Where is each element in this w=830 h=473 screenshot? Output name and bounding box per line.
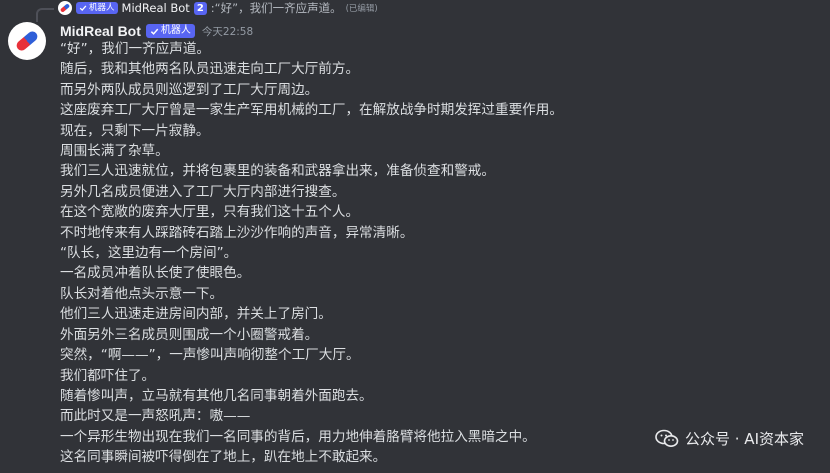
- reply-count-badge: 2: [193, 1, 207, 15]
- check-icon: [79, 5, 87, 12]
- message-timestamp: 今天22:58: [201, 25, 254, 38]
- reply-bot-tag: 机器人: [76, 2, 118, 14]
- pill-icon: [14, 29, 40, 53]
- message-line[interactable]: “队长，这里边有一个房间”。: [60, 243, 820, 263]
- message-author[interactable]: MidReal Bot: [60, 23, 141, 39]
- edited-label: (已编辑): [345, 4, 378, 14]
- check-icon: [150, 28, 159, 35]
- message-line[interactable]: 这座废弃工厂大厅曾是一家生产军用机械的工厂，在解放战争时期发挥过重要作用。: [60, 100, 820, 120]
- bot-tag: 机器人: [145, 24, 195, 38]
- message-line[interactable]: 外面另外三名成员则围成一个小圈警戒着。: [60, 325, 820, 345]
- message-line[interactable]: “好”，我们一齐应声道。: [60, 39, 820, 59]
- message-line[interactable]: 他们三人迅速走进房间内部，并关上了房门。: [60, 304, 820, 324]
- message-line[interactable]: 现在，只剩下一片寂静。: [60, 121, 820, 141]
- message-line[interactable]: 队长对着他点头示意一下。: [60, 284, 820, 304]
- message-line[interactable]: 随后，我和其他两名队员迅速走向工厂大厅前方。: [60, 59, 820, 79]
- reply-spine: [36, 8, 54, 22]
- wechat-icon: [655, 429, 679, 447]
- message-line[interactable]: 突然，“啊——”，一声惨叫声响彻整个工厂大厅。: [60, 345, 820, 365]
- message-line[interactable]: 不时地传来有人踩踏砖石踏上沙沙作响的声音，异常清晰。: [60, 223, 820, 243]
- message-line[interactable]: 而此时又是一声怒吼声：嗷——: [60, 406, 820, 426]
- message-line[interactable]: 我们都吓住了。: [60, 366, 820, 386]
- message-line[interactable]: 一名成员冲着队长使了使眼色。: [60, 263, 820, 283]
- reply-preview[interactable]: 机器人 MidReal Bot 2 :“好”，我们一齐应声道。 (已编辑): [0, 0, 830, 22]
- message-body: “好”，我们一齐应声道。 随后，我和其他两名队员迅速走向工厂大厅前方。 而另外两队成…: [60, 39, 820, 468]
- message-line[interactable]: 而另外两队成员则巡逻到了工厂大厅周边。: [60, 80, 820, 100]
- reply-text[interactable]: :“好”，我们一齐应声道。: [211, 0, 342, 16]
- message-line[interactable]: 周围长满了杂草。: [60, 141, 820, 161]
- message-line[interactable]: 这名同事瞬间被吓得倒在了地上，趴在地上不敢起来。: [60, 447, 820, 467]
- reply-avatar[interactable]: [58, 1, 72, 15]
- message-line[interactable]: 随着惨叫声，立马就有其他几名同事朝着外面跑去。: [60, 386, 820, 406]
- reply-content[interactable]: 机器人 MidReal Bot 2 :“好”，我们一齐应声道。 (已编辑): [58, 0, 378, 16]
- message-header: MidReal Bot 机器人 今天22:58: [60, 21, 253, 41]
- message-line[interactable]: 另外几名成员便进入了工厂大厅内部进行搜查。: [60, 182, 820, 202]
- watermark: 公众号 · AI资本家: [655, 428, 804, 449]
- bot-avatar[interactable]: [8, 22, 46, 60]
- bot-tag-label: 机器人: [160, 25, 191, 36]
- reply-bot-tag-label: 机器人: [89, 3, 115, 13]
- reply-author[interactable]: MidReal Bot: [122, 1, 190, 15]
- watermark-text: 公众号 · AI资本家: [685, 430, 804, 448]
- message-line[interactable]: 我们三人迅速就位，并将包裹里的装备和武器拿出来，准备侦查和警戒。: [60, 161, 820, 181]
- message-line[interactable]: 在这个宽敞的废弃大厅里，只有我们这十五个人。: [60, 202, 820, 222]
